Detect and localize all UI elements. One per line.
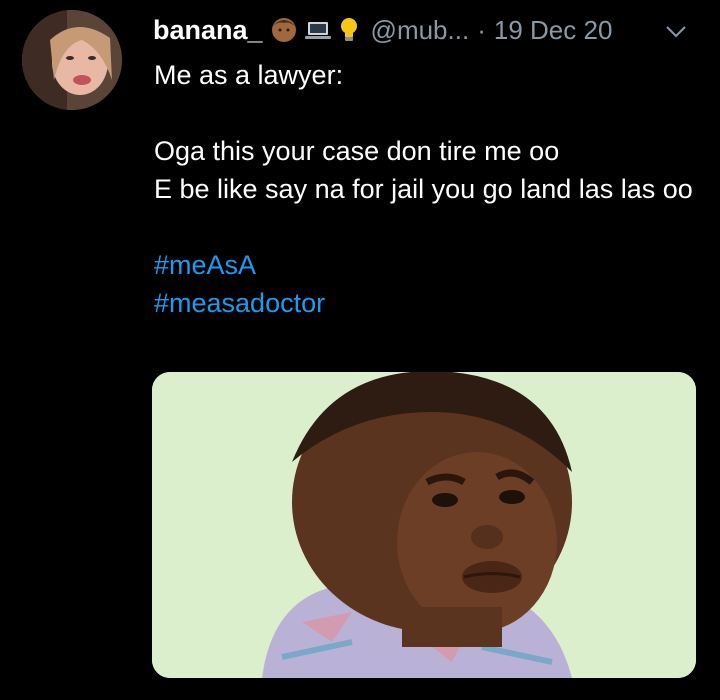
hashtag-link[interactable]: #measadoctor [154, 284, 704, 322]
tweet[interactable]: banana_ @mub... · 19 Dec 20 Me as a lawy… [0, 0, 720, 700]
tweet-text-line: E be like say na for jail you go land la… [154, 174, 693, 204]
separator-dot: · [477, 14, 486, 45]
name-emojis [269, 15, 361, 45]
person-emoji-icon [271, 18, 296, 42]
child-photo-icon [152, 372, 696, 678]
tweet-date[interactable]: 19 Dec 20 [494, 15, 613, 46]
author-handle[interactable]: @mub... [371, 15, 470, 46]
display-name[interactable]: banana_ [153, 15, 263, 46]
tweet-text: Me as a lawyer: Oga this your case don t… [154, 56, 704, 322]
chevron-down-icon[interactable] [662, 18, 690, 46]
tweet-media[interactable] [152, 372, 696, 678]
tweet-text-line: Me as a lawyer: [154, 60, 344, 90]
hashtag-link[interactable]: #meAsA [154, 246, 704, 284]
laptop-emoji-icon [304, 22, 331, 39]
avatar[interactable] [22, 10, 122, 110]
light-bulb-emoji-icon [340, 18, 357, 41]
tweet-text-line: Oga this your case don tire me oo [154, 136, 560, 166]
avatar-photo-icon [22, 10, 122, 110]
tweet-header: banana_ @mub... · 19 Dec 20 [153, 12, 700, 48]
